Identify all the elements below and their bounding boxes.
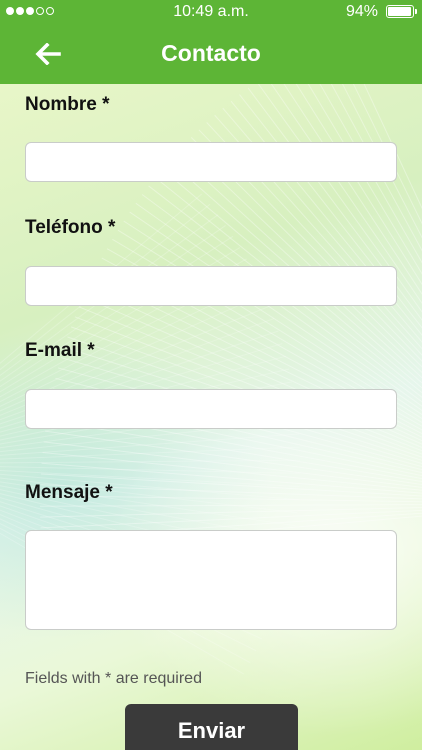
name-field[interactable]	[25, 142, 397, 182]
name-label: Nombre *	[25, 94, 110, 115]
submit-button[interactable]: Enviar	[125, 704, 298, 750]
email-label: E-mail *	[25, 340, 95, 361]
contact-screen: 10:49 a.m. 94% Contacto Nombre * Teléfon…	[0, 0, 422, 750]
message-field[interactable]	[25, 530, 397, 630]
submit-button-label: Enviar	[177, 718, 246, 743]
page-title: Contacto	[161, 40, 261, 66]
message-label: Mensaje *	[25, 482, 113, 503]
required-note: Fields with * are required	[25, 670, 202, 687]
email-field[interactable]	[25, 389, 397, 429]
phone-field[interactable]	[25, 266, 397, 306]
top-bar: 10:49 a.m. 94% Contacto	[0, 0, 422, 84]
phone-label: Teléfono *	[25, 217, 116, 238]
battery-icon	[386, 5, 417, 18]
battery-percent: 94%	[345, 3, 378, 20]
status-bar: 10:49 a.m. 94%	[0, 0, 422, 24]
battery-fill	[388, 7, 411, 16]
